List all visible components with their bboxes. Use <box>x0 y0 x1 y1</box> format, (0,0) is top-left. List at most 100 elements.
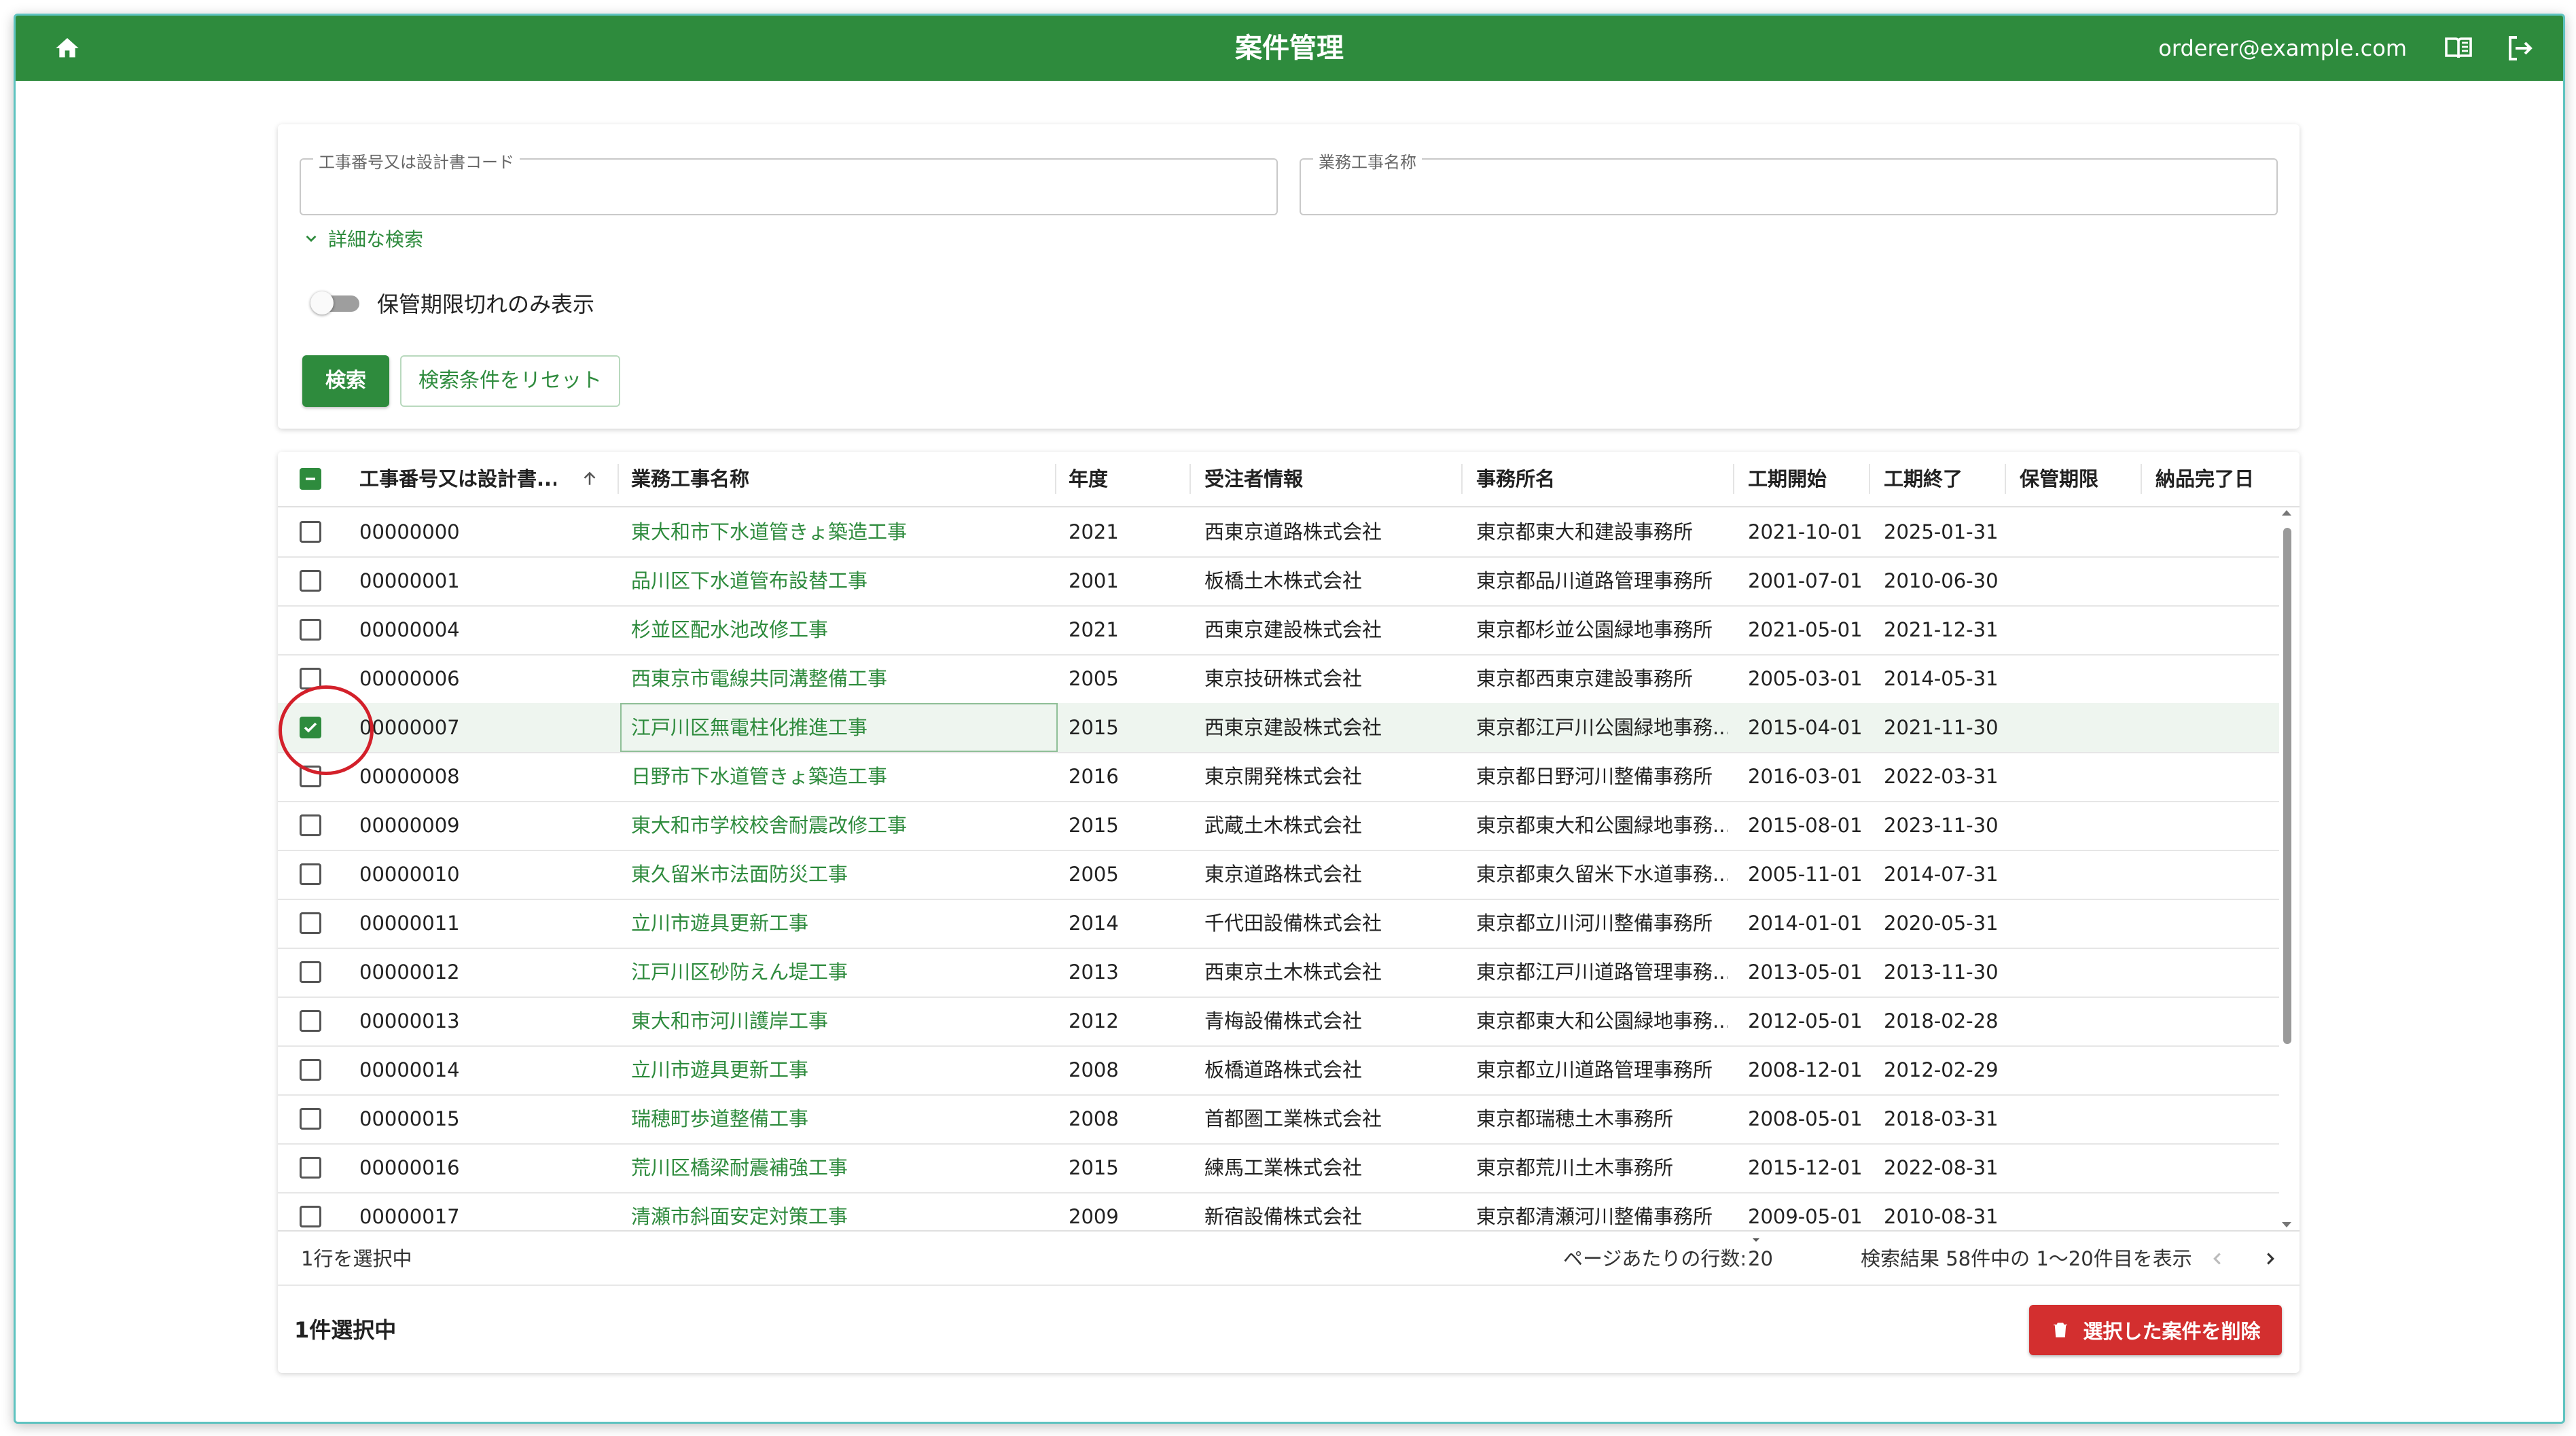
pagination-info: 検索結果 58件中の 1〜20件目を表示 <box>1861 1247 2192 1270</box>
rows-per-page-select[interactable]: 20 <box>1748 1232 1773 1270</box>
column-header-office[interactable]: 事務所名 <box>1476 452 1728 506</box>
cell-name[interactable]: 荒川区橋梁耐震補強工事 <box>631 1143 1039 1192</box>
cell-name[interactable]: 江戸川区無電柱化推進工事 <box>631 703 1039 752</box>
cell-name[interactable]: 品川区下水道管布設替工事 <box>631 556 1039 605</box>
row-checkbox[interactable] <box>300 570 321 592</box>
expired-only-switch[interactable] <box>310 291 359 315</box>
user-email: orderer@example.com <box>2158 35 2407 61</box>
table-row[interactable]: 00000012 江戸川区砂防えん堤工事 2013 西東京土木株式会社 東京都江戸川道路… <box>278 948 2279 998</box>
reset-button[interactable]: 検索条件をリセット <box>400 355 620 407</box>
next-page-button[interactable] <box>2260 1249 2280 1269</box>
table-row[interactable]: 00000007 江戸川区無電柱化推進工事 2015 西東京建設株式会社 東京都江戸川公… <box>278 703 2279 753</box>
column-separator[interactable] <box>2005 464 2006 494</box>
cell-name[interactable]: 杉並区配水池改修工事 <box>631 605 1039 654</box>
cell-name[interactable]: 江戸川区砂防えん堤工事 <box>631 948 1039 997</box>
table-row[interactable]: 00000009 東大和市学校校舎耐震改修工事 2015 武蔵土木株式会社 東京都東大和… <box>278 801 2279 851</box>
cell-name[interactable]: 東大和市下水道管きょ築造工事 <box>631 507 1039 556</box>
cell-contractor: 板橋土木株式会社 <box>1204 569 1363 592</box>
cell-code: 00000012 <box>359 961 460 984</box>
cell-contractor: 東京技研株式会社 <box>1204 667 1363 690</box>
column-header-start[interactable]: 工期開始 <box>1748 452 1870 506</box>
row-checkbox[interactable] <box>300 912 321 934</box>
row-checkbox[interactable] <box>300 1157 321 1179</box>
table-row[interactable]: 00000004 杉並区配水池改修工事 2021 西東京建設株式会社 東京都杉並公園緑地… <box>278 605 2279 656</box>
cell-end: 2023-11-30 <box>1884 814 1999 837</box>
scroll-up-arrow-icon[interactable] <box>2279 507 2294 518</box>
column-header-year[interactable]: 年度 <box>1069 452 1177 506</box>
table-row[interactable]: 00000017 清瀬市斜面安定対策工事 2009 新宿設備株式会社 東京都清瀬河川整備… <box>278 1192 2279 1230</box>
search-button[interactable]: 検索 <box>302 355 389 407</box>
column-header-delivered[interactable]: 納品完了日 <box>2155 452 2278 506</box>
arrow-up-icon[interactable] <box>579 469 600 489</box>
cell-name[interactable]: 東久留米市法面防災工事 <box>631 850 1039 899</box>
table-row[interactable]: 00000001 品川区下水道管布設替工事 2001 板橋土木株式会社 東京都品川道路管… <box>278 556 2279 607</box>
row-checkbox[interactable] <box>300 1108 321 1130</box>
table-row[interactable]: 00000006 西東京市電線共同溝整備工事 2005 東京技研株式会社 東京都西東京建… <box>278 654 2279 704</box>
code-field[interactable]: 工事番号又は設計書コード <box>300 149 1278 215</box>
column-separator[interactable] <box>1055 464 1056 494</box>
cell-name[interactable]: 西東京市電線共同溝整備工事 <box>631 654 1039 703</box>
row-checkbox[interactable] <box>300 1206 321 1227</box>
cell-office: 東京都西東京建設事務所 <box>1476 667 1694 690</box>
table-row[interactable]: 00000013 東大和市河川護岸工事 2012 青梅設備株式会社 東京都東大和公園緑地… <box>278 997 2279 1047</box>
row-checkbox[interactable] <box>300 619 321 641</box>
cell-start: 2016-03-01 <box>1748 765 1863 788</box>
cell-name[interactable]: 東大和市河川護岸工事 <box>631 997 1039 1045</box>
cell-name[interactable]: 日野市下水道管きょ築造工事 <box>631 752 1039 801</box>
table-row[interactable]: 00000000 東大和市下水道管きょ築造工事 2021 西東京道路株式会社 東京都東大… <box>278 507 2279 558</box>
cell-code: 00000017 <box>359 1205 460 1228</box>
column-header-retention[interactable]: 保管期限 <box>2020 452 2142 506</box>
column-header-name[interactable]: 業務工事名称 <box>631 452 1039 506</box>
select-all-checkbox[interactable] <box>300 468 321 490</box>
row-checkbox[interactable] <box>300 961 321 983</box>
cell-code: 00000015 <box>359 1107 460 1130</box>
column-separator[interactable] <box>1461 464 1463 494</box>
cell-name[interactable]: 瑞穂町歩道整備工事 <box>631 1094 1039 1143</box>
row-checkbox[interactable] <box>300 1059 321 1081</box>
scroll-down-arrow-icon[interactable] <box>2279 1219 2294 1230</box>
column-separator[interactable] <box>618 464 619 494</box>
cell-name[interactable]: 立川市遊具更新工事 <box>631 899 1039 948</box>
table-row[interactable]: 00000010 東久留米市法面防災工事 2005 東京道路株式会社 東京都東久留米下水… <box>278 850 2279 900</box>
cell-end: 2018-02-28 <box>1884 1009 1999 1033</box>
scrollbar-thumb[interactable] <box>2283 528 2291 1044</box>
selected-rows-text: 1行を選択中 <box>301 1247 412 1270</box>
name-field[interactable]: 業務工事名称 <box>1300 149 2278 215</box>
column-separator[interactable] <box>1733 464 1734 494</box>
previous-page-button[interactable] <box>2207 1249 2228 1269</box>
column-header-end[interactable]: 工期終了 <box>1884 452 2006 506</box>
cell-code: 00000001 <box>359 569 460 592</box>
cell-retention <box>2020 1045 2142 1094</box>
column-separator[interactable] <box>1869 464 1870 494</box>
cell-retention <box>2020 752 2142 801</box>
cell-retention <box>2020 997 2142 1045</box>
row-checkbox[interactable] <box>300 1010 321 1032</box>
selection-action-bar: 1件選択中 選択した案件を削除 <box>278 1285 2300 1374</box>
table-row[interactable]: 00000016 荒川区橋梁耐震補強工事 2015 練馬工業株式会社 東京都荒川土木事務… <box>278 1143 2279 1193</box>
row-checkbox[interactable] <box>300 863 321 885</box>
switch-knob <box>310 291 334 315</box>
column-separator[interactable] <box>1189 464 1191 494</box>
cell-name[interactable]: 東大和市学校校舎耐震改修工事 <box>631 801 1039 850</box>
cell-name[interactable]: 立川市遊具更新工事 <box>631 1045 1039 1094</box>
grid-scrollbar[interactable] <box>2279 507 2294 1230</box>
grid-header: 工事番号又は設計書... 業務工事名称 年度 受注者情報 事務所名 工期開始 工… <box>278 452 2300 507</box>
logout-button[interactable] <box>2503 32 2536 65</box>
table-row[interactable]: 00000008 日野市下水道管きょ築造工事 2016 東京開発株式会社 東京都日野河川… <box>278 752 2279 802</box>
table-row[interactable]: 00000015 瑞穂町歩道整備工事 2008 首都圏工業株式会社 東京都瑞穂土木事務所… <box>278 1094 2279 1145</box>
cell-code: 00000009 <box>359 814 460 837</box>
row-checkbox[interactable] <box>300 521 321 543</box>
table-row[interactable]: 00000014 立川市遊具更新工事 2008 板橋道路株式会社 東京都立川道路管理事務… <box>278 1045 2279 1096</box>
row-checkbox[interactable] <box>300 814 321 836</box>
table-row[interactable]: 00000011 立川市遊具更新工事 2014 千代田設備株式会社 東京都立川河川整備事… <box>278 899 2279 949</box>
column-header-contractor[interactable]: 受注者情報 <box>1204 452 1456 506</box>
delete-selected-button[interactable]: 選択した案件を削除 <box>2029 1305 2282 1355</box>
column-separator[interactable] <box>2141 464 2142 494</box>
advanced-search-toggle[interactable]: 詳細な検索 <box>302 225 423 252</box>
cell-year: 2014 <box>1069 912 1119 935</box>
cell-name[interactable]: 清瀬市斜面安定対策工事 <box>631 1192 1039 1230</box>
column-header-code[interactable]: 工事番号又は設計書... <box>359 452 556 506</box>
cell-year: 2021 <box>1069 618 1119 641</box>
manual-button[interactable] <box>2442 32 2475 65</box>
cell-delivered <box>2155 752 2278 801</box>
